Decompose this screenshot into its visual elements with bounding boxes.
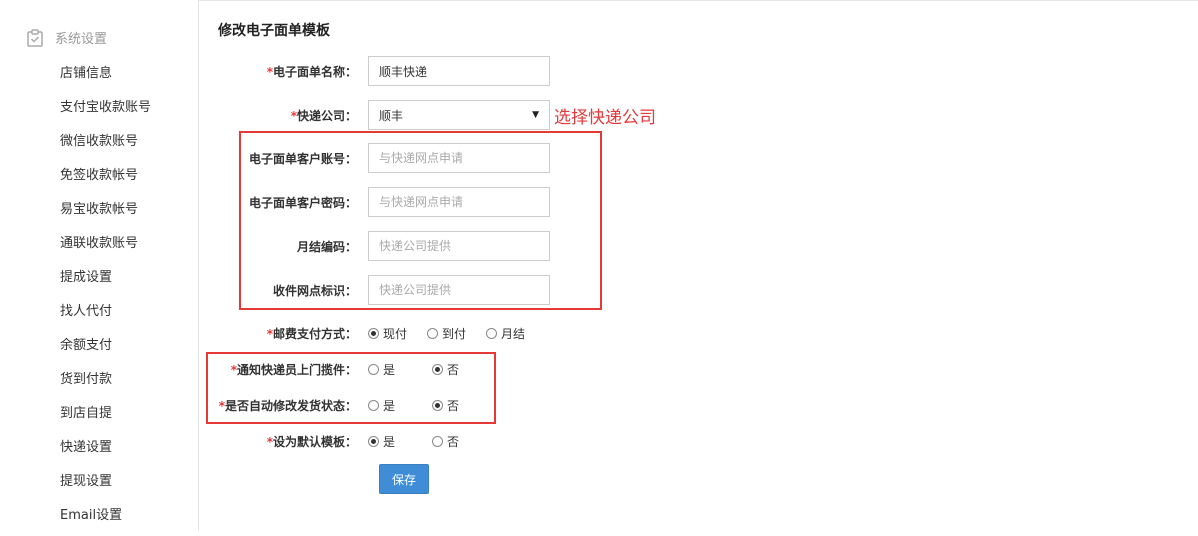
main-content: 修改电子面单模板 *电子面单名称： *快递公司： 顺丰 ▼ 选择快递公司 电子面… bbox=[206, 0, 1198, 531]
radio-checked-icon bbox=[368, 327, 379, 339]
form-row-name: *电子面单名称： bbox=[218, 56, 1178, 86]
annotation-box-credentials bbox=[239, 131, 602, 310]
radio-unchecked-icon bbox=[427, 327, 439, 339]
postage-option-collect[interactable]: 到付 bbox=[427, 325, 466, 342]
annotation-box-options bbox=[206, 352, 496, 424]
form-row-postage: *邮费支付方式： 现付 到付 月结 bbox=[218, 318, 1178, 348]
sidebar-item-yeepay-account[interactable]: 易宝收款帐号 bbox=[60, 196, 151, 230]
clipboard-check-icon bbox=[27, 28, 43, 47]
company-hint-annotation: 选择快递公司 bbox=[554, 107, 656, 128]
sidebar-item-nosign-account[interactable]: 免签收款帐号 bbox=[60, 162, 151, 196]
express-company-value: 顺丰 bbox=[379, 108, 404, 123]
sidebar-item-alipay-account[interactable]: 支付宝收款账号 bbox=[60, 94, 151, 128]
sidebar-item-store-pickup[interactable]: 到店自提 bbox=[60, 400, 151, 434]
template-name-input[interactable] bbox=[368, 56, 550, 86]
sidebar-item-proxy-pay[interactable]: 找人代付 bbox=[60, 298, 151, 332]
sidebar-item-withdraw-settings[interactable]: 提现设置 bbox=[60, 468, 151, 502]
default-template-option-yes[interactable]: 是 bbox=[368, 433, 395, 450]
sidebar-item-shop-info[interactable]: 店铺信息 bbox=[60, 60, 151, 94]
postage-radio-group: 现付 到付 月结 bbox=[368, 325, 545, 342]
sidebar-section-label: 系统设置 bbox=[55, 32, 108, 47]
postage-option-monthly[interactable]: 月结 bbox=[486, 325, 525, 342]
sidebar-item-commission[interactable]: 提成设置 bbox=[60, 264, 151, 298]
sidebar-section-title: 系统设置 bbox=[27, 28, 107, 47]
chevron-down-icon: ▼ bbox=[532, 110, 539, 120]
name-label: *电子面单名称： bbox=[266, 64, 357, 79]
radio-checked-icon bbox=[368, 435, 379, 447]
company-label: *快递公司： bbox=[290, 108, 357, 123]
radio-unchecked-icon bbox=[486, 327, 498, 339]
sidebar-item-balance-pay[interactable]: 余额支付 bbox=[60, 332, 151, 366]
sidebar: 系统设置 店铺信息 支付宝收款账号 微信收款账号 免签收款帐号 易宝收款帐号 通… bbox=[0, 0, 199, 531]
sidebar-item-allinpay-account[interactable]: 通联收款账号 bbox=[60, 230, 151, 264]
postage-label: *邮费支付方式： bbox=[266, 326, 357, 341]
page-title: 修改电子面单模板 bbox=[218, 23, 330, 39]
radio-unchecked-icon bbox=[432, 435, 444, 447]
postage-option-prepaid[interactable]: 现付 bbox=[368, 325, 407, 342]
form-row-default-template: *设为默认模板： 是 否 bbox=[218, 426, 1178, 456]
form-row-company: *快递公司： 顺丰 ▼ 选择快递公司 bbox=[218, 100, 1178, 130]
sidebar-item-cod[interactable]: 货到付款 bbox=[60, 366, 151, 400]
sidebar-menu: 店铺信息 支付宝收款账号 微信收款账号 免签收款帐号 易宝收款帐号 通联收款账号… bbox=[60, 60, 151, 536]
express-company-select[interactable]: 顺丰 ▼ bbox=[368, 100, 550, 130]
save-button[interactable]: 保存 bbox=[379, 464, 429, 494]
default-template-radio-group: 是 否 bbox=[368, 433, 479, 450]
sidebar-item-express-settings[interactable]: 快递设置 bbox=[60, 434, 151, 468]
sidebar-item-wechat-account[interactable]: 微信收款账号 bbox=[60, 128, 151, 162]
default-template-label: *设为默认模板： bbox=[266, 434, 357, 449]
default-template-option-no[interactable]: 否 bbox=[432, 433, 459, 450]
